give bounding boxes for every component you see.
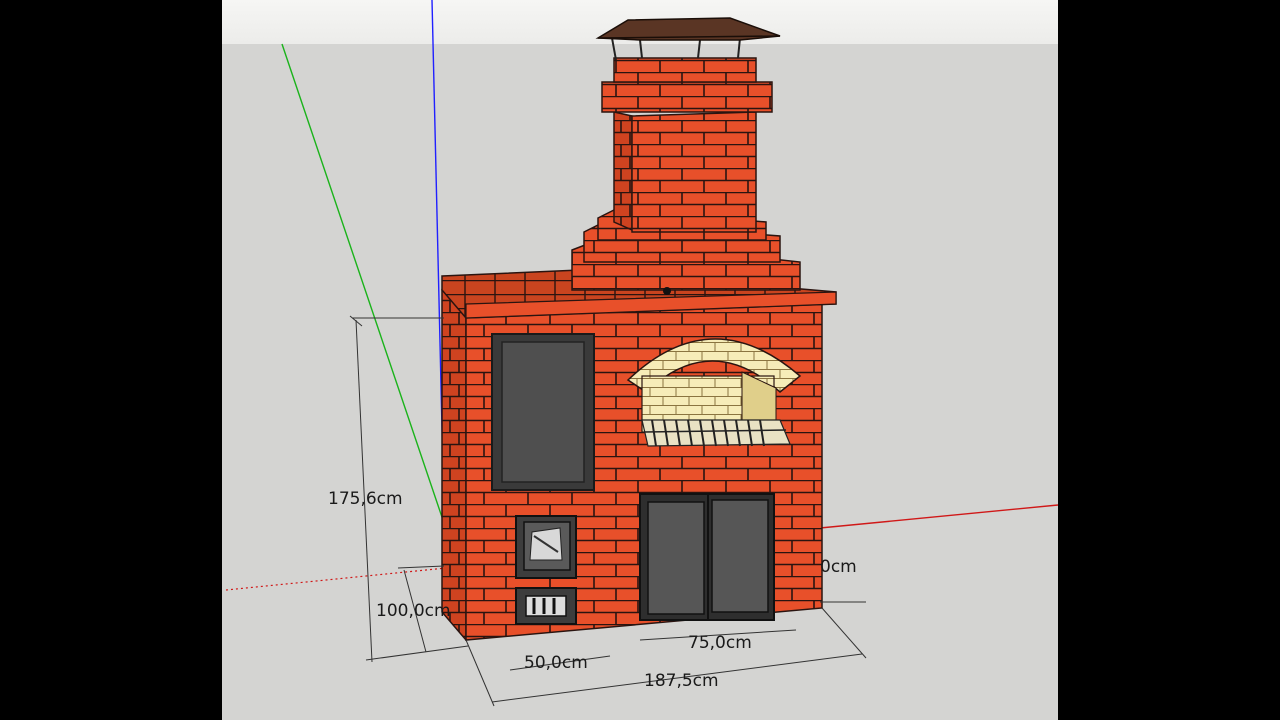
label-side-depth: 0cm bbox=[820, 557, 857, 577]
label-base-height: 100,0cm bbox=[376, 601, 451, 621]
chimney-shaft-side bbox=[613, 111, 633, 232]
chimney-roof-cap bbox=[595, 17, 781, 61]
stove-3d-model[interactable]: 175,6cm 100,0cm 50,0cm 75,0cm 187,5cm 0c… bbox=[222, 0, 1058, 720]
label-doors-width: 75,0cm bbox=[688, 633, 752, 653]
label-total-width: 187,5cm bbox=[644, 671, 719, 691]
grill-grate bbox=[641, 419, 791, 447]
label-firebox-width: 50,0cm bbox=[524, 653, 588, 673]
red-axis-solid bbox=[819, 504, 1058, 529]
left-tall-door bbox=[491, 333, 595, 491]
sketchup-viewport[interactable]: 175,6cm 100,0cm 50,0cm 75,0cm 187,5cm 0c… bbox=[222, 0, 1058, 720]
red-axis-dotted bbox=[225, 567, 447, 591]
chimney-damper-knob bbox=[663, 287, 671, 295]
side-wall bbox=[441, 288, 467, 643]
ash-pit-door bbox=[515, 587, 577, 625]
chimney bbox=[571, 57, 801, 295]
chimney-top bbox=[613, 57, 757, 83]
firebox-door bbox=[515, 515, 577, 579]
storage-double-doors bbox=[639, 493, 775, 621]
chimney-shaft bbox=[631, 111, 757, 233]
chimney-cap-band bbox=[601, 81, 773, 113]
label-total-height: 175,6cm bbox=[328, 489, 403, 509]
